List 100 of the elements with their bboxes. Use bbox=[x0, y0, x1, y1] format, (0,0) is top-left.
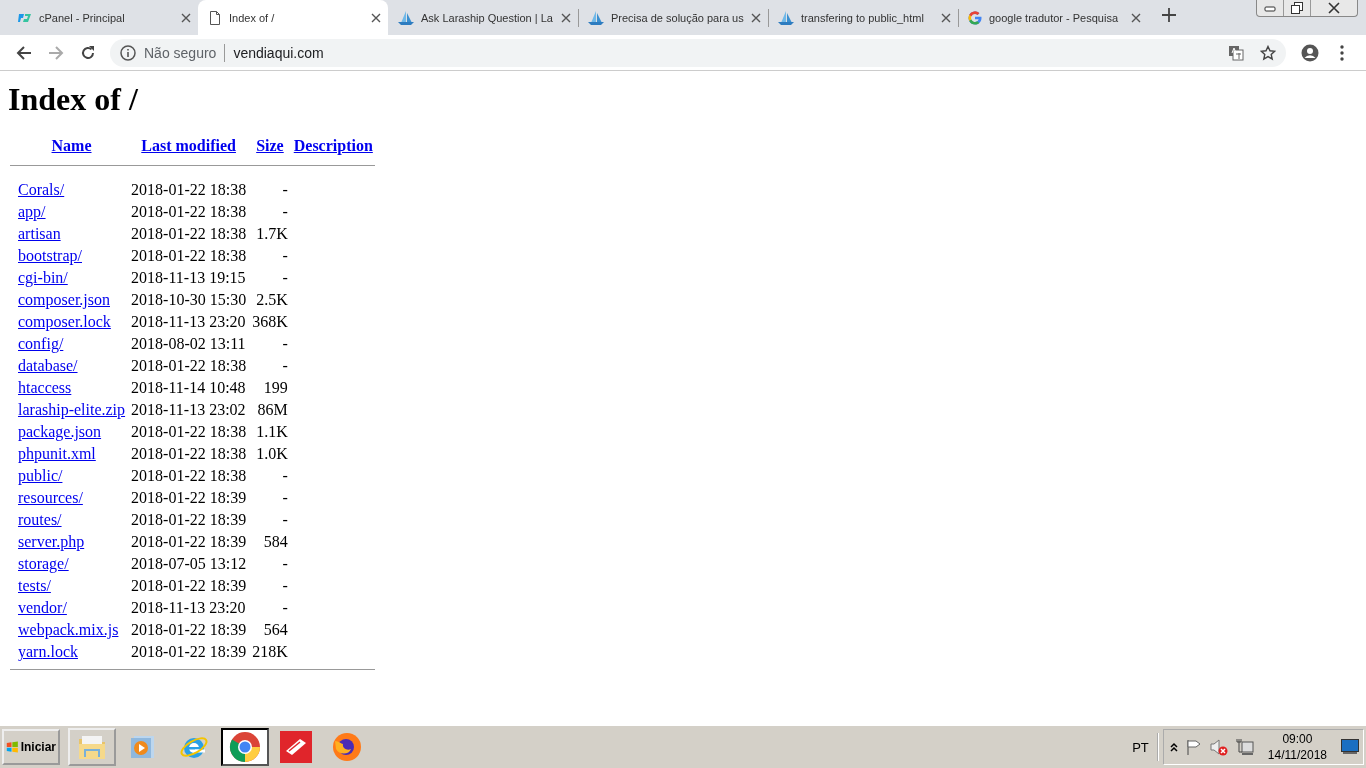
info-icon[interactable] bbox=[120, 44, 136, 61]
google-g-icon bbox=[967, 9, 983, 26]
file-link[interactable]: phpunit.xml bbox=[18, 445, 96, 462]
modified-cell-text: 2018-01-22 18:39 bbox=[130, 620, 248, 640]
file-link[interactable]: cgi-bin/ bbox=[18, 269, 68, 286]
size-cell-text: 564 bbox=[262, 620, 289, 640]
size-cell-text: - bbox=[281, 510, 289, 530]
size-cell-text: - bbox=[281, 180, 289, 200]
start-button[interactable]: Iniciar bbox=[2, 729, 60, 765]
windows-logo-icon bbox=[6, 740, 19, 754]
size-cell-text: 86M bbox=[256, 400, 289, 420]
modified-cell-text: 2018-01-22 18:39 bbox=[130, 532, 248, 552]
language-indicator[interactable]: PT bbox=[1124, 733, 1159, 761]
size-cell-text: - bbox=[281, 466, 289, 486]
size-cell-text: 2.5K bbox=[255, 290, 289, 310]
show-desktop-icon[interactable] bbox=[1341, 739, 1359, 755]
document-icon bbox=[207, 9, 223, 26]
size-cell-text: - bbox=[281, 356, 289, 376]
star-icon[interactable] bbox=[1260, 44, 1276, 61]
file-link[interactable]: composer.lock bbox=[18, 313, 111, 330]
file-link[interactable]: public/ bbox=[18, 467, 63, 484]
size-cell-text: - bbox=[281, 334, 289, 354]
size-cell-text: - bbox=[281, 246, 289, 266]
file-link[interactable]: Corals/ bbox=[18, 181, 65, 198]
file-link[interactable]: database/ bbox=[18, 357, 78, 374]
modified-cell-text: 2018-10-30 15:30 bbox=[130, 290, 248, 310]
media-player-icon bbox=[129, 733, 157, 761]
flag-icon[interactable] bbox=[1185, 739, 1202, 755]
file-link[interactable]: tests/ bbox=[18, 577, 51, 594]
size-header-link[interactable]: Size bbox=[256, 137, 284, 154]
browser-tab[interactable]: cPanel - Principal bbox=[8, 0, 198, 35]
close-icon[interactable] bbox=[370, 11, 382, 24]
size-cell-text: 1.0K bbox=[255, 444, 289, 464]
browser-tab[interactable]: Index of / bbox=[198, 0, 388, 35]
size-cell-text: 218K bbox=[251, 642, 289, 662]
modified-cell-text: 2018-01-22 18:38 bbox=[130, 224, 248, 244]
modified-cell-text: 2018-01-22 18:39 bbox=[130, 642, 248, 662]
file-link[interactable]: composer.json bbox=[18, 291, 110, 308]
size-cell-text: 584 bbox=[262, 532, 289, 552]
size-cell-text: 1.7K bbox=[255, 224, 289, 244]
size-cell-text: - bbox=[281, 202, 289, 222]
modified-cell-text: 2018-11-13 23:20 bbox=[130, 312, 247, 332]
chevron-up-icon[interactable] bbox=[1169, 742, 1178, 752]
modified-cell-text: 2018-01-22 18:38 bbox=[130, 444, 248, 464]
close-icon[interactable] bbox=[1130, 11, 1142, 24]
close-icon[interactable] bbox=[180, 11, 192, 24]
page-heading: Index of / bbox=[8, 81, 139, 118]
browser-tab[interactable]: Precisa de solução para us bbox=[578, 0, 768, 35]
size-cell-text: - bbox=[281, 268, 289, 288]
url-text: vendiaqui.com bbox=[233, 44, 325, 61]
modified-cell-text: 2018-08-02 13:11 bbox=[130, 334, 247, 354]
modified-cell-text: 2018-01-22 18:38 bbox=[130, 246, 248, 266]
close-icon[interactable] bbox=[750, 11, 762, 24]
modified-cell-text: 2018-01-22 18:39 bbox=[130, 576, 248, 596]
file-link[interactable]: vendor/ bbox=[18, 599, 67, 616]
file-link[interactable]: app/ bbox=[18, 203, 46, 220]
modified-cell-text: 2018-11-14 10:48 bbox=[130, 378, 247, 398]
security-label: Não seguro bbox=[144, 44, 217, 61]
modified-cell-text: 2018-01-22 18:38 bbox=[130, 356, 248, 376]
file-link[interactable]: htaccess bbox=[18, 379, 72, 396]
sail-logo-icon bbox=[777, 9, 795, 26]
size-cell-text: - bbox=[281, 598, 289, 618]
file-link[interactable]: yarn.lock bbox=[18, 643, 78, 660]
close-icon[interactable] bbox=[940, 11, 952, 24]
file-link[interactable]: routes/ bbox=[18, 511, 62, 528]
modified-cell-text: 2018-01-22 18:38 bbox=[130, 202, 248, 222]
network-icon[interactable] bbox=[1235, 738, 1254, 756]
translate-icon[interactable] bbox=[1228, 44, 1244, 61]
file-link[interactable]: artisan bbox=[18, 225, 61, 242]
description-header-link[interactable]: Description bbox=[293, 137, 373, 154]
modified-cell-text: 2018-11-13 23:02 bbox=[130, 400, 247, 420]
file-link[interactable]: webpack.mix.js bbox=[18, 621, 119, 638]
file-link[interactable]: storage/ bbox=[18, 555, 69, 572]
chrome-logo-icon bbox=[229, 731, 261, 763]
taskbar-button[interactable] bbox=[221, 728, 269, 766]
modified-cell-text: 2018-11-13 23:20 bbox=[130, 598, 247, 618]
size-cell-text: 368K bbox=[251, 312, 289, 332]
modified-header-link[interactable]: Last modified bbox=[141, 137, 236, 154]
sail-logo-icon bbox=[397, 9, 415, 26]
browser-tab[interactable]: Ask Laraship Question | La bbox=[388, 0, 578, 35]
file-link[interactable]: server.php bbox=[18, 533, 85, 550]
file-link[interactable]: laraship-elite.zip bbox=[18, 401, 126, 418]
muted-speaker-icon[interactable] bbox=[1209, 738, 1228, 756]
file-link[interactable]: resources/ bbox=[18, 489, 83, 506]
clock-date: 14/11/2018 bbox=[1267, 747, 1327, 763]
close-icon[interactable] bbox=[560, 11, 572, 24]
file-link[interactable]: bootstrap/ bbox=[18, 247, 82, 264]
file-link[interactable]: package.json bbox=[18, 423, 102, 440]
file-link[interactable]: config/ bbox=[18, 335, 64, 352]
modified-cell-text: 2018-01-22 18:38 bbox=[130, 422, 248, 442]
card-reader-icon bbox=[280, 731, 312, 763]
modified-cell-text: 2018-11-13 19:15 bbox=[130, 268, 247, 288]
browser-tab[interactable]: google tradutor - Pesquisa bbox=[958, 0, 1148, 35]
folder-icon bbox=[77, 733, 107, 761]
browser-tab[interactable]: transfering to public_html bbox=[768, 0, 958, 35]
name-header-link[interactable]: Name bbox=[51, 137, 92, 154]
modified-cell-text: 2018-01-22 18:39 bbox=[130, 510, 248, 530]
address-bar[interactable]: Não seguro vendiaqui.com bbox=[110, 38, 1286, 67]
modified-cell-text: 2018-07-05 13:12 bbox=[130, 554, 248, 574]
size-cell-text: 1.1K bbox=[255, 422, 289, 442]
